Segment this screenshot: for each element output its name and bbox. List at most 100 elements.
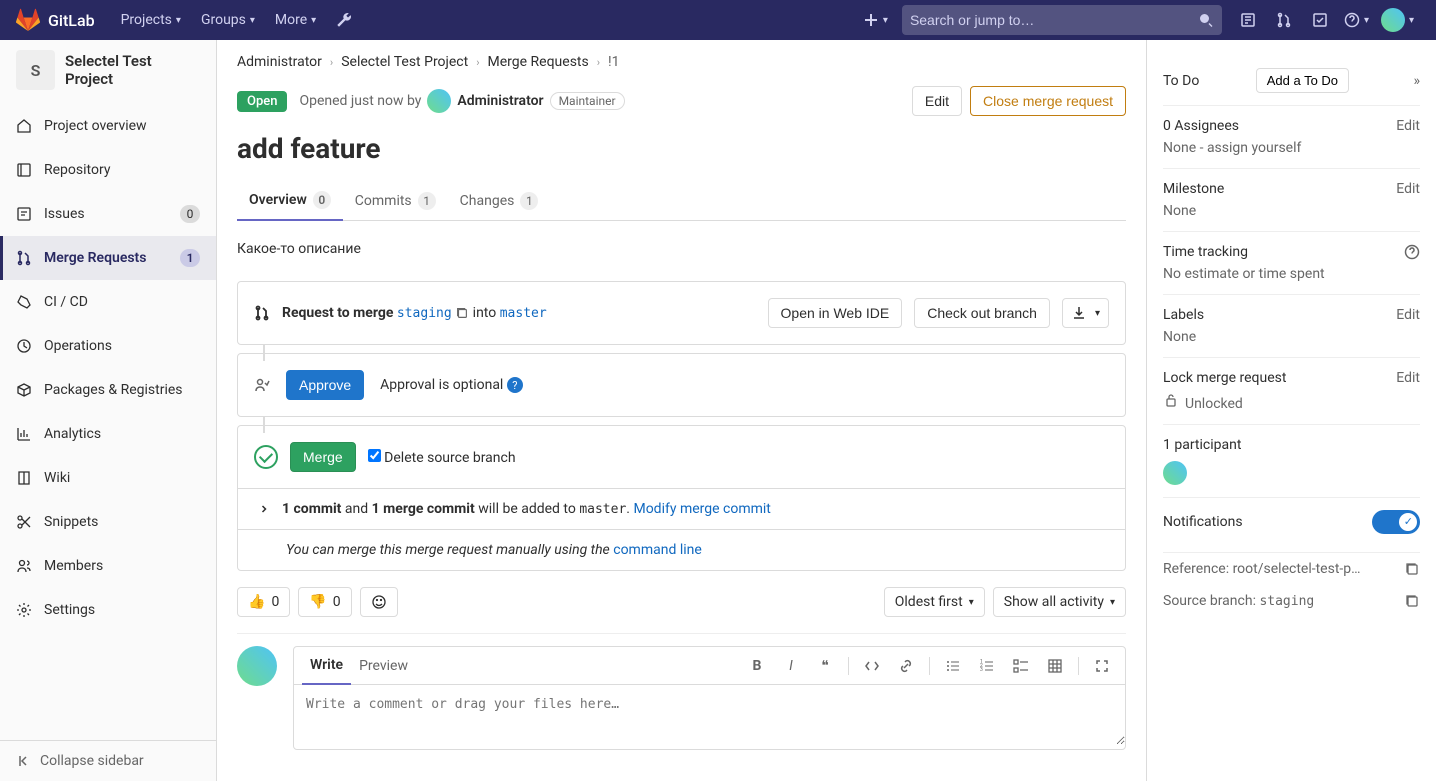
current-user-avatar[interactable]: [237, 646, 277, 686]
comment-composer: Write Preview B I ❝ 123: [237, 646, 1126, 750]
tab-overview[interactable]: Overview0: [237, 181, 343, 221]
command-line-link[interactable]: command line: [613, 542, 702, 558]
thumbs-up-icon: 👍: [248, 594, 265, 610]
milestone-edit[interactable]: Edit: [1396, 181, 1420, 197]
chevron-right-icon[interactable]: [258, 503, 270, 515]
sort-dropdown[interactable]: Oldest first▾: [884, 587, 985, 617]
add-todo-button[interactable]: Add a To Do: [1256, 68, 1349, 93]
sidebar-item-operations[interactable]: Operations: [0, 324, 216, 368]
italic-icon: I: [789, 658, 793, 674]
sidebar-item-merge-requests[interactable]: Merge Requests1: [0, 236, 216, 280]
commit-summary: 1 commit and 1 merge commit will be adde…: [282, 501, 771, 517]
mr-tabs: Overview0 Commits1 Changes1: [237, 181, 1126, 221]
breadcrumb: Administrator› Selectel Test Project› Me…: [237, 48, 1126, 86]
preview-tab[interactable]: Preview: [351, 648, 416, 684]
merge-button[interactable]: Merge: [290, 442, 356, 472]
expand-sidebar-icon[interactable]: »: [1413, 73, 1420, 89]
user-menu[interactable]: ▾: [1375, 0, 1420, 40]
target-branch[interactable]: master: [500, 306, 547, 321]
sidebar-item-analytics[interactable]: Analytics: [0, 412, 216, 456]
nav-more[interactable]: More▾: [265, 0, 326, 40]
project-header[interactable]: S Selectel Test Project: [0, 40, 216, 100]
rocket-icon: [16, 294, 32, 310]
thumbs-up-button[interactable]: 👍0: [237, 587, 290, 617]
edit-button[interactable]: Edit: [912, 86, 962, 116]
code-button[interactable]: [857, 651, 887, 681]
delete-branch-checkbox[interactable]: [368, 449, 381, 462]
mr-shortcut[interactable]: [1266, 0, 1302, 40]
merge-request-widget: Request to merge staging into master Ope…: [237, 281, 1126, 345]
request-label: Request to merge: [282, 305, 393, 321]
author-link[interactable]: Administrator: [457, 93, 543, 109]
source-branch-label: Source branch: staging: [1163, 593, 1314, 609]
sidebar-item-wiki[interactable]: Wiki: [0, 456, 216, 500]
logo[interactable]: GitLab: [16, 8, 95, 32]
close-mr-button[interactable]: Close merge request: [970, 86, 1126, 116]
open-ide-button[interactable]: Open in Web IDE: [768, 298, 903, 328]
manual-merge-text: You can merge this merge request manuall…: [286, 542, 702, 558]
sidebar-item-overview[interactable]: Project overview: [0, 104, 216, 148]
bold-button[interactable]: B: [742, 651, 772, 681]
participant-avatar[interactable]: [1163, 461, 1187, 485]
tab-changes[interactable]: Changes1: [448, 181, 551, 220]
info-icon[interactable]: ?: [507, 377, 523, 393]
fullscreen-button[interactable]: [1087, 651, 1117, 681]
labels-edit[interactable]: Edit: [1396, 307, 1420, 323]
sidebar-item-issues[interactable]: Issues0: [0, 192, 216, 236]
thumbs-down-button[interactable]: 👎0: [298, 587, 351, 617]
write-tab[interactable]: Write: [302, 647, 351, 685]
breadcrumb-item[interactable]: Merge Requests: [488, 54, 589, 70]
milestone-title: Milestone: [1163, 181, 1224, 197]
tasklist-button[interactable]: [1006, 651, 1036, 681]
admin-wrench-icon[interactable]: [326, 0, 362, 40]
emoji-icon: [371, 594, 387, 610]
search-input[interactable]: [910, 12, 1198, 28]
sidebar-item-cicd[interactable]: CI / CD: [0, 280, 216, 324]
chevron-down-icon: ▾: [969, 597, 974, 608]
help-icon[interactable]: [1404, 244, 1420, 260]
approve-button[interactable]: Approve: [286, 370, 364, 400]
assignees-body[interactable]: None - assign yourself: [1163, 140, 1420, 156]
lock-edit[interactable]: Edit: [1396, 370, 1420, 386]
italic-button[interactable]: I: [776, 651, 806, 681]
download-dropdown[interactable]: ▾: [1062, 298, 1109, 328]
activity-filter-dropdown[interactable]: Show all activity▾: [993, 587, 1126, 617]
ol-button[interactable]: 123: [972, 651, 1002, 681]
source-branch[interactable]: staging: [397, 306, 452, 321]
help-dropdown[interactable]: ▾: [1338, 0, 1375, 40]
copy-icon[interactable]: [455, 306, 469, 320]
merge-widget: Merge Delete source branch 1 commit and …: [237, 425, 1126, 571]
breadcrumb-item[interactable]: Selectel Test Project: [341, 54, 468, 70]
table-button[interactable]: [1040, 651, 1070, 681]
checkout-button[interactable]: Check out branch: [914, 298, 1050, 328]
sidebar-item-snippets[interactable]: Snippets: [0, 500, 216, 544]
delete-branch-label[interactable]: Delete source branch: [368, 449, 516, 466]
breadcrumb-item[interactable]: Administrator: [237, 54, 322, 70]
copy-branch-icon[interactable]: [1404, 593, 1420, 609]
gear-icon: [16, 602, 32, 618]
issues-shortcut[interactable]: [1230, 0, 1266, 40]
sidebar-item-settings[interactable]: Settings: [0, 588, 216, 632]
notifications-toggle[interactable]: ✓: [1372, 510, 1420, 534]
chevron-down-icon: ▾: [883, 15, 888, 26]
nav-projects[interactable]: Projects▾: [111, 0, 191, 40]
modify-commit-link[interactable]: Modify merge commit: [633, 501, 770, 517]
comment-textarea[interactable]: [294, 685, 1125, 745]
new-dropdown[interactable]: ▾: [857, 0, 894, 40]
author-avatar[interactable]: [427, 89, 451, 113]
copy-reference-icon[interactable]: [1404, 561, 1420, 577]
link-button[interactable]: [891, 651, 921, 681]
tasklist-icon: [1013, 658, 1029, 674]
sidebar-item-members[interactable]: Members: [0, 544, 216, 588]
sidebar-item-repository[interactable]: Repository: [0, 148, 216, 192]
add-reaction-button[interactable]: [360, 587, 398, 617]
todo-shortcut[interactable]: [1302, 0, 1338, 40]
global-search[interactable]: [902, 5, 1222, 35]
nav-groups[interactable]: Groups▾: [191, 0, 265, 40]
ul-button[interactable]: [938, 651, 968, 681]
assignees-edit[interactable]: Edit: [1396, 118, 1420, 134]
tab-commits[interactable]: Commits1: [343, 181, 448, 220]
sidebar-item-packages[interactable]: Packages & Registries: [0, 368, 216, 412]
quote-button[interactable]: ❝: [810, 651, 840, 681]
collapse-sidebar[interactable]: Collapse sidebar: [0, 740, 216, 781]
